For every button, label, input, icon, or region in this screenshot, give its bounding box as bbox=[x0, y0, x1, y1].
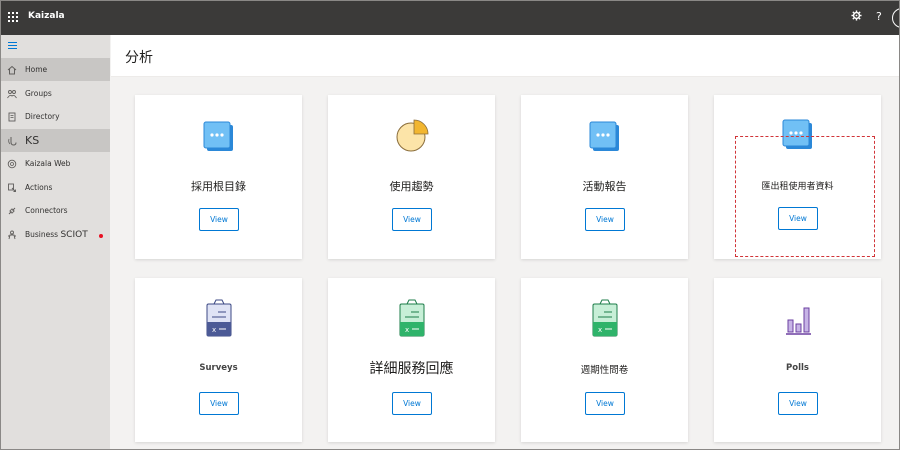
card-title: 週期性問卷 bbox=[580, 365, 629, 376]
page-title: 分析 bbox=[125, 50, 153, 66]
card-title: Surveys bbox=[199, 363, 238, 373]
card-usage-trends: 使用趨勢 View bbox=[328, 95, 495, 259]
sidebar-item-ks[interactable]: KS bbox=[1, 129, 110, 152]
sidebar-item-label: Business SCIOT bbox=[25, 229, 88, 240]
connectors-icon bbox=[7, 206, 17, 216]
top-bar: Kaizala ? bbox=[1, 1, 899, 35]
gear-icon[interactable] bbox=[851, 10, 862, 24]
card-title: 詳細服務回應 bbox=[369, 361, 454, 377]
sidebar-item-label: Groups bbox=[25, 89, 52, 98]
sidebar-item-label: Kaizala Web bbox=[25, 159, 71, 168]
sidebar-item-label: Directory bbox=[25, 112, 60, 121]
app-launcher-icon[interactable] bbox=[8, 12, 18, 22]
view-button[interactable]: View bbox=[199, 392, 239, 415]
view-button[interactable]: View bbox=[585, 208, 625, 231]
sidebar-item-business[interactable]: Business SCIOT bbox=[1, 223, 110, 246]
card-polls: Polls View bbox=[714, 278, 881, 442]
app-frame: Kaizala ? Home Groups Directory KS Kaiza… bbox=[0, 0, 900, 450]
chat-icon bbox=[587, 115, 623, 155]
card-recurring-surveys: x 週期性問卷 View bbox=[521, 278, 688, 442]
view-button[interactable]: View bbox=[778, 207, 818, 230]
sidebar-item-kaizala-web[interactable]: Kaizala Web bbox=[1, 152, 110, 175]
green-clipboard-icon: x bbox=[587, 298, 623, 338]
app-title: Kaizala bbox=[28, 11, 65, 21]
chat-icon bbox=[780, 113, 816, 153]
view-button[interactable]: View bbox=[585, 392, 625, 415]
survey-clipboard-icon: x bbox=[201, 298, 237, 338]
view-button[interactable]: View bbox=[778, 392, 818, 415]
help-icon[interactable]: ? bbox=[876, 10, 882, 23]
card-adoption: 採用根目錄 View bbox=[135, 95, 302, 259]
sidebar-item-label: Connectors bbox=[25, 206, 68, 215]
sidebar-item-connectors[interactable]: Connectors bbox=[1, 199, 110, 222]
sidebar-item-label: KS bbox=[25, 134, 40, 147]
sidebar-item-label: Home bbox=[25, 65, 48, 74]
svg-text:x: x bbox=[598, 326, 602, 334]
sidebar-item-actions[interactable]: Actions bbox=[1, 176, 110, 199]
chat-icon bbox=[201, 115, 237, 155]
card-title: 使用趨勢 bbox=[389, 180, 434, 193]
card-title: 匯出租使用者資料 bbox=[761, 182, 834, 192]
view-button[interactable]: View bbox=[199, 208, 239, 231]
view-button[interactable]: View bbox=[392, 392, 432, 415]
page-header: 分析 bbox=[111, 35, 899, 77]
card-title: 採用根目錄 bbox=[191, 180, 246, 193]
view-button[interactable]: View bbox=[392, 208, 432, 231]
bar-chart-icon bbox=[780, 298, 816, 338]
card-export-tenant-user-data: 匯出租使用者資料 View bbox=[714, 95, 881, 259]
business-icon bbox=[7, 230, 17, 240]
pie-chart-icon bbox=[394, 115, 430, 155]
alert-dot bbox=[99, 234, 103, 238]
sidebar-item-directory[interactable]: Directory bbox=[1, 105, 110, 128]
hamburger-menu-icon[interactable] bbox=[8, 42, 17, 51]
home-icon bbox=[7, 65, 17, 75]
card-surveys: x Surveys View bbox=[135, 278, 302, 442]
directory-icon bbox=[7, 112, 17, 122]
green-clipboard-icon: x bbox=[394, 298, 430, 338]
sidebar-item-label: Actions bbox=[25, 183, 53, 192]
card-detailed-service-responses: x 詳細服務回應 View bbox=[328, 278, 495, 442]
svg-text:x: x bbox=[405, 326, 409, 334]
card-title: Polls bbox=[786, 363, 809, 373]
web-icon bbox=[7, 159, 17, 169]
main-content: 分析 採用根目錄 View 使用趨勢 View 活動報告 View 匯出租使用者… bbox=[111, 35, 899, 449]
avatar[interactable] bbox=[892, 8, 899, 28]
sidebar: Home Groups Directory KS Kaizala Web Act… bbox=[1, 35, 110, 449]
card-activity-report: 活動報告 View bbox=[521, 95, 688, 259]
card-title: 活動報告 bbox=[582, 180, 627, 193]
actions-icon bbox=[7, 183, 17, 193]
ks-icon bbox=[7, 136, 17, 146]
sidebar-item-home[interactable]: Home bbox=[1, 58, 110, 81]
groups-icon bbox=[7, 89, 17, 99]
svg-text:x: x bbox=[212, 326, 216, 334]
sidebar-item-groups[interactable]: Groups bbox=[1, 82, 110, 105]
